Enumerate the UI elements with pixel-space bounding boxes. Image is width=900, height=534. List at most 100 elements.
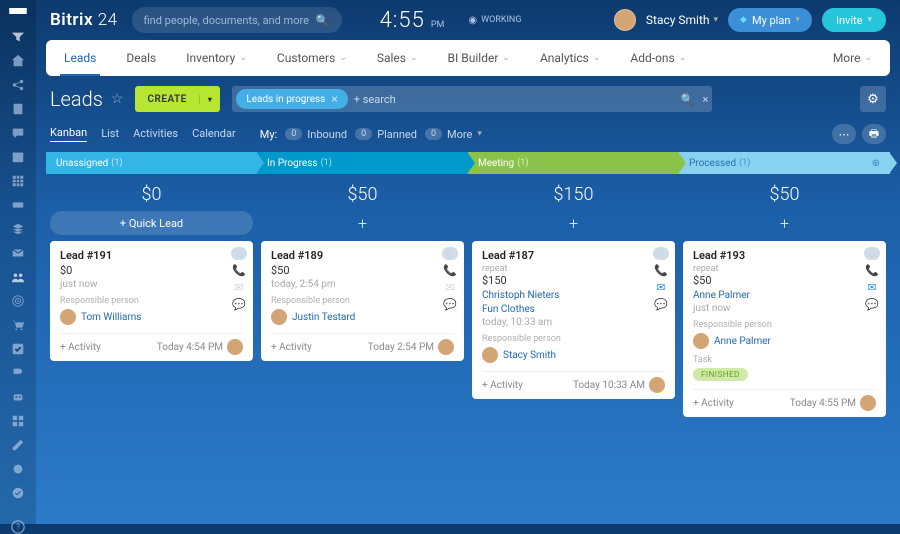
contact-link[interactable]: Anne Palmer xyxy=(693,290,876,301)
tab-deals[interactable]: Deals xyxy=(112,40,170,76)
tab-addons[interactable]: Add-ons⌄ xyxy=(616,40,700,76)
my-more[interactable]: 0More ▾ xyxy=(425,128,482,141)
rail-sheet-icon[interactable] xyxy=(10,174,26,188)
filter-bar[interactable]: Leads in progress× + search 🔍 × xyxy=(232,86,712,112)
add-activity[interactable]: + Activity xyxy=(482,380,523,391)
tab-customers[interactable]: Customers⌄ xyxy=(263,40,361,76)
tab-inventory[interactable]: Inventory⌄ xyxy=(172,40,261,76)
chip-close-icon[interactable]: × xyxy=(331,92,337,106)
view-more-button[interactable] xyxy=(832,124,856,144)
user-avatar[interactable] xyxy=(614,9,636,31)
chat-icon[interactable]: 💬 xyxy=(232,298,246,311)
lead-card[interactable]: 0📞✉💬 Lead #187 repeat $150 Christoph Nie… xyxy=(472,241,675,399)
resp-person[interactable]: Stacy Smith xyxy=(482,347,665,363)
user-menu[interactable]: Stacy Smith▾ xyxy=(646,13,718,27)
settings-button[interactable]: ⚙ xyxy=(860,86,886,112)
my-plan-button[interactable]: My plan▾ xyxy=(728,8,812,32)
rail-bot-icon[interactable] xyxy=(10,390,26,404)
add-card-button[interactable]: + xyxy=(261,211,464,235)
phone-icon[interactable]: 📞 xyxy=(865,264,879,277)
resp-person[interactable]: Anne Palmer xyxy=(693,333,876,349)
chat-icon[interactable]: 💬 xyxy=(654,298,668,311)
add-activity[interactable]: + Activity xyxy=(60,342,101,353)
filter-search-icon[interactable]: 🔍 xyxy=(681,93,695,106)
view-calendar[interactable]: Calendar xyxy=(192,127,236,142)
rail-sign-icon[interactable] xyxy=(10,366,26,380)
working-status[interactable]: WORKING xyxy=(468,15,521,26)
rail-disk-icon[interactable] xyxy=(10,198,26,212)
create-button[interactable]: CREATE ▾ xyxy=(135,86,220,112)
add-card-button[interactable]: + xyxy=(472,211,675,235)
rail-home-icon[interactable] xyxy=(10,54,26,68)
mail-icon[interactable]: ✉ xyxy=(656,281,665,294)
column-header[interactable]: Meeting(1) xyxy=(468,152,679,174)
resp-person[interactable]: Justin Testard xyxy=(271,309,454,325)
filter-clear-icon[interactable]: × xyxy=(702,93,708,106)
add-card-button[interactable]: + xyxy=(683,211,886,235)
rail-help-icon[interactable]: ? xyxy=(10,520,26,534)
rail-app-icon[interactable] xyxy=(10,414,26,428)
lead-card[interactable]: 0📞✉💬 Lead #189 $50 today, 2:54 pm Respon… xyxy=(261,241,464,361)
rail-people-icon[interactable] xyxy=(10,270,26,284)
view-activities[interactable]: Activities xyxy=(133,127,178,142)
view-kanban[interactable]: Kanban xyxy=(50,126,87,142)
card-title: Lead #189 xyxy=(271,249,454,262)
my-inbound[interactable]: 0Inbound xyxy=(285,128,347,141)
column-unassigned: Unassigned(1) $0 + Quick Lead 0📞✉💬 Lead … xyxy=(46,152,257,423)
add-activity[interactable]: + Activity xyxy=(693,398,734,409)
resp-label: Responsible person xyxy=(482,334,665,344)
mail-icon[interactable]: ✉ xyxy=(234,281,243,294)
rail-check-icon[interactable] xyxy=(10,342,26,356)
chat-icon[interactable]: 💬 xyxy=(865,298,879,311)
rail-target-icon[interactable] xyxy=(10,294,26,308)
topbar: Bitrix 24 find people, documents, and mo… xyxy=(36,0,900,40)
rail-cart-icon[interactable] xyxy=(10,318,26,332)
invite-button[interactable]: Invite▾ xyxy=(822,8,886,32)
card-when: just now xyxy=(693,303,876,314)
rail-filter-icon[interactable] xyxy=(10,30,26,44)
rail-badge-icon[interactable] xyxy=(10,462,26,476)
contact-link[interactable]: Christoph Nieters xyxy=(482,290,665,301)
lead-card[interactable]: 0📞✉💬 Lead #191 $0 just now Responsible p… xyxy=(50,241,253,361)
global-search[interactable]: find people, documents, and more 🔍 xyxy=(132,7,342,33)
menu-icon[interactable] xyxy=(9,8,27,14)
rail-circle-check-icon[interactable] xyxy=(10,486,26,500)
my-planned[interactable]: 0Planned xyxy=(355,128,417,141)
star-icon[interactable]: ☆ xyxy=(111,91,124,107)
phone-icon[interactable]: 📞 xyxy=(232,264,246,277)
mail-icon[interactable]: ✉ xyxy=(867,281,876,294)
lead-card[interactable]: 0📞✉💬 Lead #193 repeat $50 Anne Palmer ju… xyxy=(683,241,886,417)
tab-leads[interactable]: Leads xyxy=(50,40,110,76)
badge: 0 xyxy=(231,247,247,260)
tab-more[interactable]: More⌄ xyxy=(819,40,886,76)
rail-pencil-icon[interactable] xyxy=(10,438,26,452)
add-activity[interactable]: + Activity xyxy=(271,342,312,353)
rail-chat-icon[interactable] xyxy=(10,126,26,140)
filter-search-text[interactable]: + search xyxy=(354,93,396,106)
column-header[interactable]: In Progress(1) xyxy=(257,152,468,174)
company-link[interactable]: Fun Clothes xyxy=(482,304,665,315)
rail-doc-icon[interactable] xyxy=(10,102,26,116)
phone-icon[interactable]: 📞 xyxy=(654,264,668,277)
resp-person[interactable]: Tom Williams xyxy=(60,309,243,325)
rail-layers-icon[interactable] xyxy=(10,222,26,236)
print-button[interactable]: 🖶 xyxy=(862,124,886,144)
resp-label: Responsible person xyxy=(271,296,454,306)
filter-chip[interactable]: Leads in progress× xyxy=(236,89,347,109)
rail-network-icon[interactable] xyxy=(10,78,26,92)
tab-sales[interactable]: Sales⌄ xyxy=(363,40,432,76)
view-list[interactable]: List xyxy=(101,127,119,142)
add-stage-icon[interactable]: ⊕ xyxy=(872,158,880,169)
quick-lead-button[interactable]: + Quick Lead xyxy=(50,211,253,235)
foot-time: Today 2:54 PM xyxy=(368,342,434,353)
phone-icon[interactable]: 📞 xyxy=(443,264,457,277)
tab-bi-builder[interactable]: BI Builder⌄ xyxy=(434,40,524,76)
column-header[interactable]: Processed(1)⊕ xyxy=(679,152,890,174)
chat-icon[interactable]: 💬 xyxy=(443,298,457,311)
tab-analytics[interactable]: Analytics⌄ xyxy=(526,40,614,76)
mail-icon[interactable]: ✉ xyxy=(445,281,454,294)
column-header[interactable]: Unassigned(1) xyxy=(46,152,257,174)
rail-mail-icon[interactable] xyxy=(10,246,26,260)
create-dropdown[interactable]: ▾ xyxy=(199,95,221,104)
rail-calendar-icon[interactable] xyxy=(10,150,26,164)
